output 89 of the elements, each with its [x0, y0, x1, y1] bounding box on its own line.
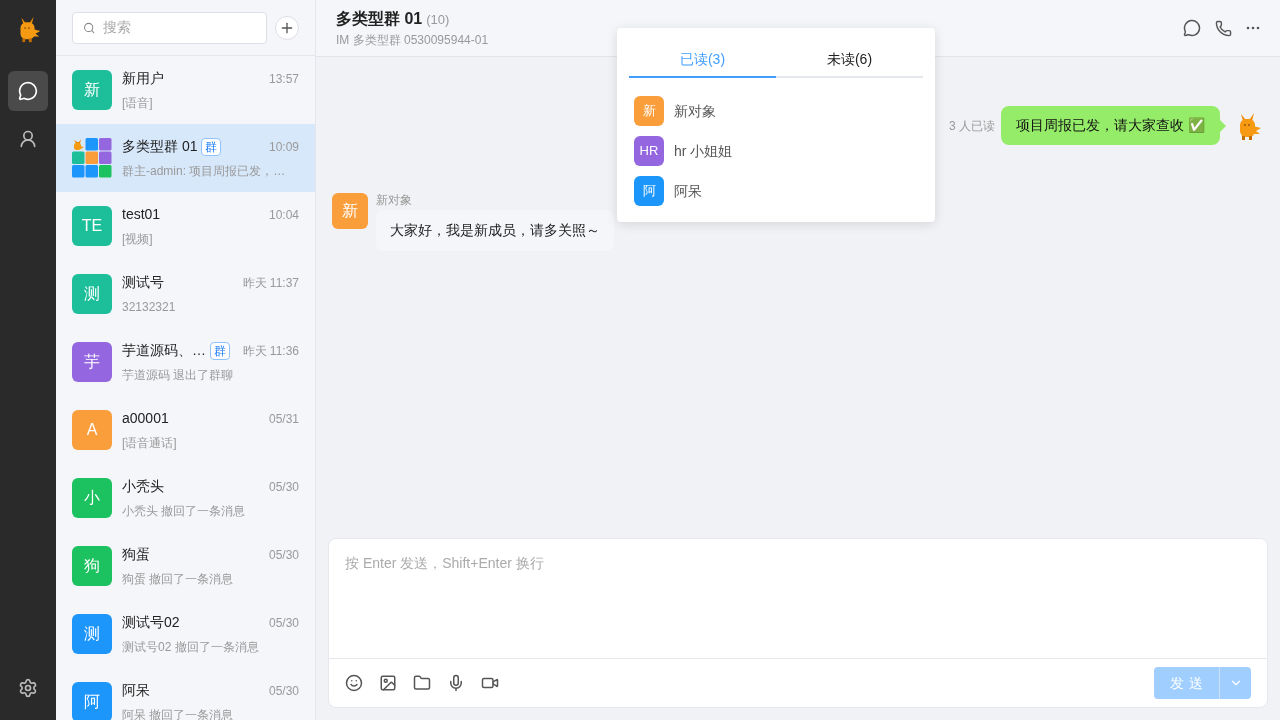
conversation-item[interactable]: 狗 狗蛋 05/30 狗蛋 撤回了一条消息 — [56, 532, 315, 600]
member-name: 新对象 — [674, 101, 716, 121]
conversation-time: 05/30 — [268, 614, 299, 632]
member-name: 阿呆 — [674, 181, 702, 201]
avatar: 新 — [72, 70, 112, 110]
contacts-icon — [18, 129, 38, 149]
member-count: (10) — [426, 11, 450, 29]
chat-title: 多类型群 01 — [336, 9, 423, 29]
sender-name: 新对象 — [376, 193, 413, 207]
search-input[interactable]: 搜索 — [103, 17, 256, 38]
avatar: TE — [72, 206, 112, 246]
conversation-time: 昨天 11:37 — [242, 274, 299, 292]
message-bubble: 大家好，我是新成员，请多关照～ — [376, 210, 614, 251]
conversation-name: 狗蛋 — [122, 545, 150, 564]
phone-icon — [1215, 19, 1232, 37]
bubble-tail — [1220, 120, 1226, 132]
conversation-preview: 测试号02 撤回了一条消息 — [122, 639, 260, 656]
nav-button[interactable] — [8, 71, 48, 111]
conversation-preview: [语音] — [122, 95, 154, 112]
microphone-icon — [447, 674, 465, 692]
conversation-item[interactable]: 测 测试号02 05/30 测试号02 撤回了一条消息 — [56, 600, 315, 668]
chat-subtitle: IM 多类型群 0530095944-01 — [336, 32, 489, 49]
chat-bubble-icon — [1183, 19, 1201, 37]
conversation-time: 05/30 — [268, 546, 299, 564]
conversation-preview: [视频] — [122, 231, 154, 248]
conversation-preview: 阿呆 撤回了一条消息 — [122, 707, 235, 720]
avatar: 新 — [634, 96, 664, 126]
conversation-time: 05/31 — [268, 410, 299, 428]
conversation-name: 测试号 — [122, 273, 164, 292]
group-avatar-icon — [72, 138, 112, 178]
conversation-preview: 芋道源码 退出了群聊 — [122, 367, 235, 384]
conversation-item[interactable]: 多类型群 01 群 10:09 群主-admin: 项目周报已发，… — [56, 124, 315, 192]
member-name: hr 小姐姐 — [674, 141, 733, 161]
conversation-name: 新用户 — [122, 69, 164, 88]
message-input[interactable]: 按 Enter 发送，Shift+Enter 换行 — [328, 538, 1268, 659]
conversation-item[interactable]: 阿 阿呆 05/30 阿呆 撤回了一条消息 — [56, 668, 315, 720]
conversation-name: 芋道源码、… — [122, 341, 206, 360]
smile-icon — [345, 674, 363, 692]
conversation-item[interactable]: 小 小秃头 05/30 小秃头 撤回了一条消息 — [56, 464, 315, 532]
conversation-preview: 群主-admin: 项目周报已发，… — [122, 163, 287, 180]
conversation-time: 10:09 — [268, 138, 299, 156]
conversation-time: 05/30 — [268, 478, 299, 496]
settings-icon — [18, 678, 38, 698]
chat-button[interactable] — [1183, 19, 1201, 37]
conversation-time: 10:04 — [268, 206, 299, 224]
conversation-time: 05/30 — [268, 682, 299, 700]
avatar: 测 — [72, 274, 112, 314]
avatar: 芋 — [72, 342, 112, 382]
conversation-time: 昨天 11:36 — [242, 342, 299, 360]
conversation-item[interactable]: TE test01 10:04 [视频] — [56, 192, 315, 260]
conversation-name: 阿呆 — [122, 681, 150, 700]
search-icon — [83, 20, 96, 35]
conversation-time: 13:57 — [268, 70, 299, 88]
conversation-name: 测试号02 — [122, 613, 180, 632]
folder-icon — [413, 674, 431, 692]
conversation-item[interactable]: 芋 芋道源码、… 群 昨天 11:36 芋道源码 退出了群聊 — [56, 328, 315, 396]
avatar: 小 — [72, 478, 112, 518]
call-button[interactable] — [1215, 19, 1232, 37]
conversation-item[interactable]: A a00001 05/31 [语音通话] — [56, 396, 315, 464]
group-tag: 群 — [210, 341, 230, 360]
avatar: 狗 — [72, 546, 112, 586]
avatar: 测 — [72, 614, 112, 654]
conversation-name: test01 — [122, 205, 161, 224]
more-button[interactable] — [1246, 26, 1260, 30]
emoji-button[interactable] — [345, 674, 363, 692]
image-button[interactable] — [379, 674, 397, 692]
conversation-preview: 32132321 — [122, 299, 177, 316]
avatar: HR — [634, 136, 664, 166]
conversation-preview: 狗蛋 撤回了一条消息 — [122, 571, 235, 588]
conversation-item[interactable]: 新 新用户 13:57 [语音] — [56, 56, 315, 124]
more-icon — [1246, 26, 1260, 30]
popover-tab[interactable]: 未读(6) — [776, 42, 923, 78]
voice-button[interactable] — [447, 674, 465, 692]
conversation-name: a00001 — [122, 409, 169, 428]
search-field[interactable]: 搜索 — [72, 11, 267, 44]
chat-icon — [18, 81, 38, 101]
avatar: 新 — [332, 193, 368, 229]
conversation-name: 多类型群 01 — [122, 137, 198, 156]
add-button[interactable] — [275, 15, 299, 40]
image-icon — [379, 674, 397, 692]
avatar: A — [72, 410, 112, 450]
avatar: 阿 — [634, 176, 664, 206]
conversation-preview: 小秃头 撤回了一条消息 — [122, 503, 247, 520]
conversation-name: 小秃头 — [122, 477, 164, 496]
group-tag: 群 — [201, 137, 222, 156]
avatar: 阿 — [72, 682, 112, 720]
conversation-preview: [语音通话] — [122, 435, 178, 452]
conversation-item[interactable]: 测 测试号 昨天 11:37 32132321 — [56, 260, 315, 328]
file-button[interactable] — [413, 674, 431, 692]
